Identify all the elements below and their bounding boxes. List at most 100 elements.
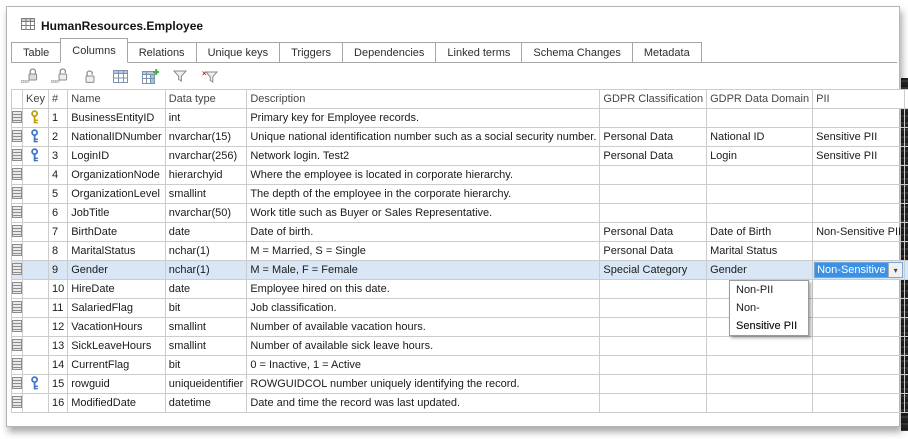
cell-num[interactable]: 3 (48, 147, 67, 166)
cell-gdpr-classification[interactable]: Personal Data (600, 128, 707, 147)
cell-gdpr-classification[interactable] (600, 185, 707, 204)
cell-gdpr-classification[interactable] (600, 109, 707, 128)
cell-description[interactable]: Date of birth. (247, 223, 600, 242)
cell-gdpr-data-domain[interactable] (707, 375, 813, 394)
cell-pii-data-domain[interactable] (905, 185, 908, 204)
cell-gdpr-data-domain[interactable]: National ID (707, 128, 813, 147)
cell-gdpr-data-domain[interactable]: Login (707, 147, 813, 166)
column-header-pii-data-domain[interactable]: PII Data Domain (905, 90, 908, 109)
cell-name[interactable]: Gender (68, 261, 165, 280)
key-cell[interactable] (23, 242, 49, 261)
column-header-gdpr-classification[interactable]: GDPR Classification (600, 90, 707, 109)
cell-description[interactable]: ROWGUIDCOL number uniquely identifying t… (247, 375, 600, 394)
cell-pii[interactable] (813, 394, 905, 413)
cell-pii[interactable] (813, 337, 905, 356)
cell-name[interactable]: LoginID (68, 147, 165, 166)
cell-description[interactable]: Where the employee is located in corpora… (247, 166, 600, 185)
cell-pii-data-domain[interactable]: Gender (905, 261, 908, 280)
cell-gdpr-classification[interactable] (600, 299, 707, 318)
unlock-icon[interactable] (79, 65, 101, 87)
cell-num[interactable]: 4 (48, 166, 67, 185)
row-handle-cell[interactable] (12, 299, 23, 318)
row-handle-cell[interactable] (12, 318, 23, 337)
cell-gdpr-data-domain[interactable] (707, 185, 813, 204)
filter-icon[interactable] (169, 65, 191, 87)
cell-description[interactable]: Primary key for Employee records. (247, 109, 600, 128)
tab-dependencies[interactable]: Dependencies (342, 42, 436, 63)
cell-gdpr-data-domain[interactable]: Date of Birth (707, 223, 813, 242)
cell-num[interactable]: 13 (48, 337, 67, 356)
key-cell[interactable] (23, 261, 49, 280)
cell-pii[interactable] (813, 242, 905, 261)
cell-pii[interactable]: Non-Sensitive PII (813, 223, 905, 242)
cell-name[interactable]: rowguid (68, 375, 165, 394)
cell-num[interactable]: 16 (48, 394, 67, 413)
cell-description[interactable]: Unique national identification number su… (247, 128, 600, 147)
cell-name[interactable]: SalariedFlag (68, 299, 165, 318)
column-header-key[interactable]: Key (23, 90, 49, 109)
cell-gdpr-classification[interactable] (600, 375, 707, 394)
tab-columns[interactable]: Columns (60, 38, 127, 63)
cell-gdpr-classification[interactable]: Special Category (600, 261, 707, 280)
cell-pii[interactable] (813, 166, 905, 185)
tab-relations[interactable]: Relations (127, 42, 197, 63)
column-header-pii[interactable]: PII (813, 90, 905, 109)
cell-pii[interactable]: Sensitive PII (813, 147, 905, 166)
row-handle-cell[interactable] (12, 204, 23, 223)
cell-description[interactable]: Number of available vacation hours. (247, 318, 600, 337)
cell-pii[interactable] (813, 280, 905, 299)
cell-num[interactable]: 10 (48, 280, 67, 299)
cell-num[interactable]: 5 (48, 185, 67, 204)
cell-gdpr-data-domain[interactable] (707, 204, 813, 223)
tab-triggers[interactable]: Triggers (279, 42, 343, 63)
row-handle-cell[interactable] (12, 185, 23, 204)
cell-num[interactable]: 9 (48, 261, 67, 280)
cell-gdpr-classification[interactable] (600, 318, 707, 337)
cell-pii-data-domain[interactable] (905, 166, 908, 185)
cell-datatype[interactable]: datetime (165, 394, 247, 413)
row-handle-cell[interactable] (12, 128, 23, 147)
cell-gdpr-classification[interactable] (600, 337, 707, 356)
cell-pii-data-domain[interactable] (905, 299, 908, 318)
cell-datatype[interactable]: nchar(1) (165, 261, 247, 280)
cell-description[interactable]: Number of available sick leave hours. (247, 337, 600, 356)
cell-gdpr-data-domain[interactable] (707, 166, 813, 185)
row-handle-cell[interactable] (12, 242, 23, 261)
cell-pii[interactable] (813, 109, 905, 128)
cell-datatype[interactable]: bit (165, 299, 247, 318)
cell-name[interactable]: HireDate (68, 280, 165, 299)
cell-num[interactable]: 2 (48, 128, 67, 147)
cell-pii-data-domain[interactable] (905, 204, 908, 223)
pii-combobox[interactable]: Non-Sensitive▾ (814, 262, 903, 278)
tab-table[interactable]: Table (11, 42, 61, 63)
key-cell[interactable] (23, 394, 49, 413)
lock-definition-icon[interactable]: DEF (19, 65, 41, 87)
column-header-description[interactable]: Description (247, 90, 600, 109)
cell-description[interactable]: Employee hired on this date. (247, 280, 600, 299)
cell-num[interactable]: 14 (48, 356, 67, 375)
cell-datatype[interactable]: bit (165, 356, 247, 375)
key-cell[interactable] (23, 318, 49, 337)
cell-pii[interactable] (813, 318, 905, 337)
cell-name[interactable]: OrganizationNode (68, 166, 165, 185)
cell-datatype[interactable]: smallint (165, 337, 247, 356)
tab-metadata[interactable]: Metadata (632, 42, 702, 63)
key-cell[interactable] (23, 337, 49, 356)
dropdown-option[interactable]: Non-PII (730, 281, 808, 299)
cell-datatype[interactable]: smallint (165, 185, 247, 204)
key-cell[interactable] (23, 223, 49, 242)
cell-num[interactable]: 8 (48, 242, 67, 261)
cell-gdpr-classification[interactable] (600, 166, 707, 185)
clear-filter-icon[interactable]: × (199, 65, 221, 87)
cell-description[interactable]: M = Male, F = Female (247, 261, 600, 280)
row-handle-cell[interactable] (12, 394, 23, 413)
column-header-name[interactable]: Name (68, 90, 165, 109)
cell-gdpr-data-domain[interactable]: Gender (707, 261, 813, 280)
cell-description[interactable]: M = Married, S = Single (247, 242, 600, 261)
cell-gdpr-classification[interactable] (600, 394, 707, 413)
cell-num[interactable]: 1 (48, 109, 67, 128)
row-handle-cell[interactable] (12, 109, 23, 128)
cell-num[interactable]: 12 (48, 318, 67, 337)
cell-gdpr-classification[interactable] (600, 356, 707, 375)
cell-name[interactable]: JobTitle (68, 204, 165, 223)
